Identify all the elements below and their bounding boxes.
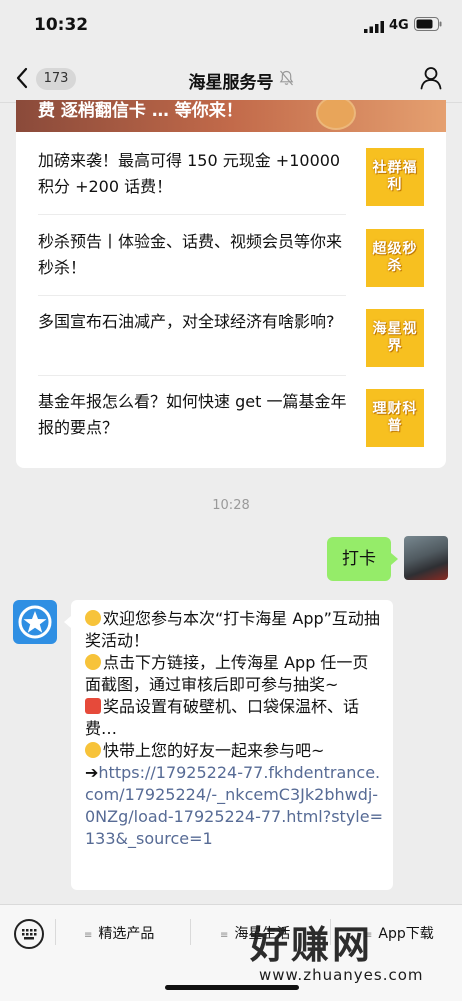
- article-card: 费 逐梢翻信卡 … 等你来！ 加磅来袭！最高可得 150 元现金 +10000 …: [16, 100, 446, 468]
- article-thumbnail: 超级秒杀: [366, 229, 424, 287]
- reply-line-1: 欢迎您参与本次“打卡海星 App”互动抽奖活动！: [85, 609, 380, 650]
- divider: [38, 214, 346, 215]
- my-avatar[interactable]: [404, 536, 448, 580]
- menu-app-download[interactable]: ≡ App下载: [364, 923, 434, 943]
- thumbnail-label: 社群福利: [372, 160, 418, 193]
- keyboard-toggle-icon[interactable]: [14, 919, 44, 949]
- menu-divider: [190, 919, 191, 945]
- account-avatar[interactable]: [13, 600, 57, 644]
- status-time: 10:32: [34, 15, 89, 35]
- wink-emoji-icon: [85, 742, 101, 758]
- profile-icon[interactable]: [420, 66, 442, 90]
- menu-label: 精选产品: [98, 926, 155, 942]
- article-title: 加磅来袭！最高可得 150 元现金 +10000 积分 +200 话费！: [38, 151, 341, 196]
- menu-lines-icon: ≡: [84, 930, 93, 941]
- reply-message-text: 欢迎您参与本次“打卡海星 App”互动抽奖活动！ 点击下方链接，上传海星 App…: [85, 608, 383, 850]
- keyboard-icon: [22, 929, 37, 940]
- article-item[interactable]: 多国宣布石油减产，对全球经济有啥影响? 海星视界: [38, 309, 438, 389]
- banner-text: 费 逐梢翻信卡 … 等你来！: [38, 101, 243, 121]
- battery-icon: [414, 17, 442, 31]
- article-title: 秒杀预告丨体验金、话费、视频会员等你来秒杀！: [38, 232, 343, 277]
- grin-emoji-icon: [85, 654, 101, 670]
- network-type: 4G: [389, 18, 409, 33]
- article-banner[interactable]: 费 逐梢翻信卡 … 等你来！: [16, 100, 446, 132]
- article-item[interactable]: 基金年报怎么看？如何快速 get 一篇基金年报的要点？ 理财科普: [38, 389, 438, 468]
- activity-link[interactable]: https://17925224-77.fkhdentrance.com/179…: [85, 763, 383, 848]
- mute-bell-icon: [279, 70, 294, 86]
- article-thumbnail: 海星视界: [366, 309, 424, 367]
- thumbnail-label: 海星视界: [372, 321, 418, 354]
- article-title: 基金年报怎么看？如何快速 get 一篇基金年报的要点？: [38, 392, 347, 437]
- watermark-logo: 好赚网: [250, 923, 374, 967]
- menu-label: App下载: [378, 926, 434, 942]
- thumbnail-label: 超级秒杀: [372, 241, 418, 274]
- menu-lines-icon: ≡: [220, 930, 229, 941]
- divider: [38, 375, 346, 376]
- bubble-tail: [391, 553, 398, 565]
- signal-icon: [364, 21, 384, 33]
- message-timestamp: 10:28: [212, 498, 250, 513]
- home-indicator: [165, 985, 299, 990]
- chat-title: 海星服务号: [188, 73, 274, 93]
- nav-bar: 173 海星服务号: [0, 56, 462, 103]
- status-bar: 10:32 4G: [0, 0, 462, 56]
- article-item[interactable]: 秒杀预告丨体验金、话费、视频会员等你来秒杀！ 超级秒杀: [38, 229, 438, 309]
- smile-emoji-icon: [85, 610, 101, 626]
- article-item[interactable]: 加磅来袭！最高可得 150 元现金 +10000 积分 +200 话费！ 社群福…: [38, 148, 438, 228]
- arrow-icon: ➔: [85, 763, 99, 782]
- reply-line-2: 点击下方链接，上传海星 App 任一页面截图，通过审核后即可参与抽奖~: [85, 653, 369, 694]
- article-title: 多国宣布石油减产，对全球经济有啥影响?: [38, 312, 335, 331]
- star-logo-icon: [18, 605, 52, 639]
- watermark-url: www.zhuanyes.com: [259, 966, 424, 984]
- thumbnail-label: 理财科普: [372, 401, 418, 434]
- reply-line-4: 快带上您的好友一起来参与吧~: [103, 741, 325, 760]
- banner-coin-image: [316, 100, 356, 130]
- menu-divider: [55, 919, 56, 945]
- bubble-tail: [64, 616, 71, 628]
- gift-emoji-icon: [85, 698, 101, 714]
- menu-featured-products[interactable]: ≡ 精选产品: [84, 923, 154, 943]
- article-thumbnail: 理财科普: [366, 389, 424, 447]
- divider: [38, 295, 346, 296]
- reply-line-3: 奖品设置有破壁机、口袋保温杯、话费…: [85, 697, 360, 738]
- article-thumbnail: 社群福利: [366, 148, 424, 206]
- reply-message-bubble[interactable]: 欢迎您参与本次“打卡海星 App”互动抽奖活动！ 点击下方链接，上传海星 App…: [71, 600, 393, 890]
- my-message-bubble[interactable]: 打卡: [327, 537, 391, 581]
